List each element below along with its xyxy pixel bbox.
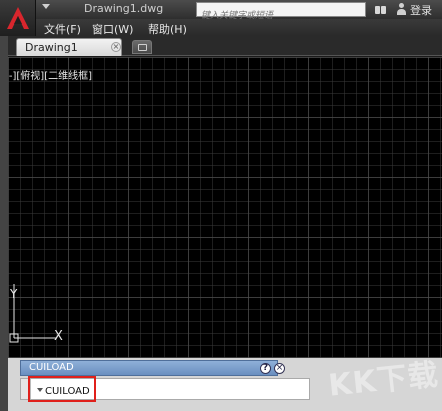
drawing-canvas[interactable]: [-][俯视][二维线框] Y X (8, 57, 442, 358)
ucs-y-label: Y (9, 287, 18, 301)
window-frame (0, 36, 8, 411)
title-bar: Drawing1.dwg 登录 (36, 0, 442, 23)
help-search-box[interactable] (196, 2, 366, 23)
menu-window[interactable]: 窗口(W) (92, 21, 133, 37)
document-title: Drawing1.dwg (84, 2, 164, 15)
highlight-annotation (28, 376, 96, 402)
tab-close-icon[interactable]: × (111, 42, 121, 52)
autocad-logo-icon (7, 7, 29, 29)
ucs-axis-icon: Y X (9, 284, 63, 344)
menu-bar: 文件(F) 窗口(W) 帮助(H) (36, 19, 442, 36)
command-history-text: CUILOAD (29, 362, 74, 373)
tab-label: Drawing1 (25, 41, 78, 54)
menu-file[interactable]: 文件(F) (44, 21, 81, 37)
login-button[interactable]: 登录 (410, 2, 432, 18)
ucs-x-label: X (54, 329, 63, 344)
help-icon[interactable]: ? (260, 363, 271, 374)
quick-access-dropdown-icon[interactable] (42, 4, 50, 9)
app-menu-button[interactable] (0, 0, 36, 36)
binoculars-icon[interactable] (375, 4, 387, 15)
file-tab-strip: Drawing1 × (8, 36, 442, 56)
new-drawing-icon (138, 44, 147, 51)
new-tab-button[interactable] (132, 40, 152, 54)
close-icon[interactable]: × (274, 363, 285, 374)
user-icon[interactable] (396, 3, 407, 15)
menu-help[interactable]: 帮助(H) (148, 21, 187, 37)
tab-drawing1[interactable]: Drawing1 × (16, 38, 122, 56)
command-history-bar[interactable]: CUILOAD ? × (20, 360, 285, 376)
viewport-controls[interactable]: [-][俯视][二维线框] (8, 67, 92, 82)
